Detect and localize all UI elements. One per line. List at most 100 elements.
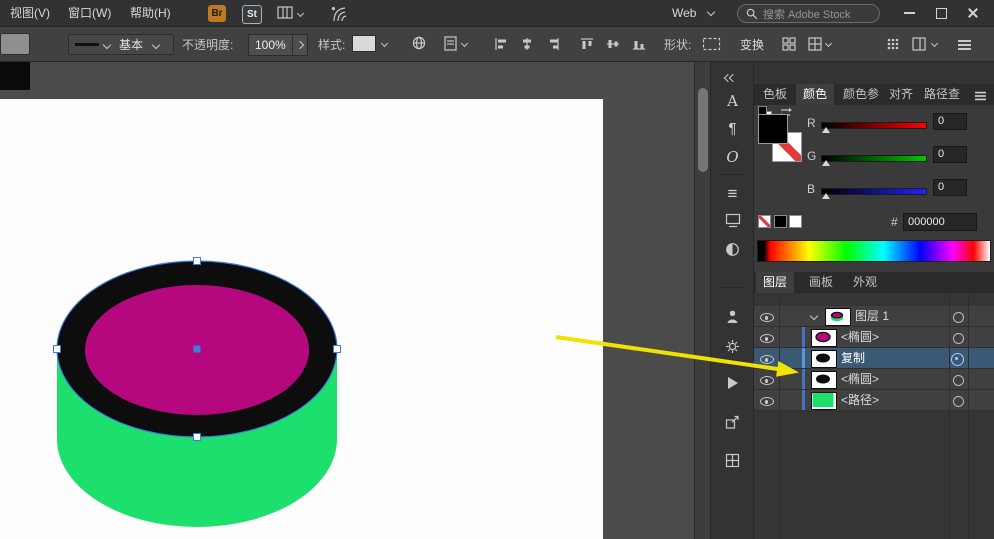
bridge-badge[interactable]: Br	[208, 5, 226, 22]
workspace-select[interactable]: Web	[672, 0, 714, 27]
tab-align[interactable]: 对齐	[882, 84, 920, 105]
visibility-eye-icon[interactable]	[760, 310, 774, 323]
workspace-switcher-icon[interactable]	[277, 6, 293, 20]
target-circle-icon[interactable]	[953, 312, 964, 323]
anchor-top[interactable]	[194, 258, 201, 265]
sublayer-row[interactable]: <椭圆>	[754, 327, 994, 348]
anchor-right[interactable]	[334, 346, 341, 353]
symbols-panel-icon[interactable]	[725, 309, 740, 324]
anchor-center[interactable]	[194, 346, 201, 353]
paragraph-panel-icon[interactable]: ¶	[711, 116, 754, 142]
menu-window[interactable]: 窗口(W)	[62, 0, 117, 27]
target-circle-icon[interactable]	[953, 375, 964, 386]
sublayer-row-selected[interactable]: 复制	[754, 348, 994, 369]
dock-arrangement-icon[interactable]	[912, 37, 926, 51]
visibility-eye-icon[interactable]	[760, 373, 774, 386]
stock-search-input[interactable]: 搜索 Adobe Stock	[737, 4, 880, 23]
tab-pathfinder[interactable]: 路径查	[917, 84, 967, 105]
actions-gear-icon[interactable]	[725, 339, 740, 354]
document-setup-chevron-icon[interactable]	[461, 40, 468, 47]
layer-name[interactable]: 复制	[841, 348, 865, 368]
sublayer-row[interactable]: <椭圆>	[754, 369, 994, 390]
shape-mode-icon[interactable]	[702, 37, 722, 52]
channel-r-value[interactable]: 0	[933, 113, 967, 130]
channel-g-value[interactable]: 0	[933, 146, 967, 163]
character-panel-icon[interactable]: A	[711, 88, 754, 114]
align-top-icon[interactable]	[580, 37, 594, 51]
more-options-chevron-icon[interactable]	[825, 40, 832, 47]
align-center-h-icon[interactable]	[520, 37, 534, 51]
panel-menu-icon[interactable]	[975, 90, 986, 102]
layer-thumbnail[interactable]	[811, 350, 837, 368]
align-bottom-icon[interactable]	[632, 37, 646, 51]
gradient-panel-icon[interactable]	[725, 242, 740, 257]
align-middle-v-icon[interactable]	[606, 37, 620, 51]
control-menu-icon[interactable]	[958, 38, 971, 52]
opacity-input[interactable]: 100%	[248, 34, 308, 56]
dock-arrangement-chevron-icon[interactable]	[931, 40, 938, 47]
color-spectrum[interactable]	[757, 240, 991, 262]
tab-artboards[interactable]: 画板	[802, 272, 840, 293]
play-actions-icon[interactable]	[728, 377, 738, 389]
tab-swatches[interactable]: 色板	[756, 84, 794, 105]
menu-view[interactable]: 视图(V)	[4, 0, 56, 27]
layer-name[interactable]: <椭圆>	[841, 369, 879, 389]
paragraph-styles-panel-icon[interactable]: ≡	[711, 181, 754, 207]
none-swatch[interactable]	[758, 215, 771, 228]
layer-thumbnail[interactable]	[811, 329, 837, 347]
visibility-eye-icon[interactable]	[760, 352, 774, 365]
anchor-left[interactable]	[54, 346, 61, 353]
tab-appearance[interactable]: 外观	[846, 272, 884, 293]
free-transform-panel-icon[interactable]	[725, 453, 740, 468]
channel-g-handle[interactable]	[822, 160, 830, 166]
workspace-grid-icon[interactable]	[886, 37, 900, 51]
menu-help[interactable]: 帮助(H)	[124, 0, 177, 27]
layer-row[interactable]: 图层 1	[754, 306, 994, 327]
opacity-expand-icon[interactable]	[296, 41, 304, 49]
channel-b-slider[interactable]	[821, 188, 927, 195]
transform-grid-icon[interactable]	[782, 37, 796, 51]
visibility-eye-icon[interactable]	[760, 394, 774, 407]
scrollbar-thumb[interactable]	[698, 88, 708, 172]
minimize-button[interactable]	[894, 0, 924, 26]
channel-r-slider[interactable]	[821, 122, 927, 129]
restore-button[interactable]	[926, 0, 956, 26]
tab-color-guide[interactable]: 颜色参	[836, 84, 886, 105]
workspace-switcher-chevron-icon[interactable]	[297, 10, 304, 17]
channel-g-slider[interactable]	[821, 155, 927, 162]
layer-name[interactable]: 图层 1	[855, 306, 889, 326]
vertical-scrollbar[interactable]	[694, 62, 710, 539]
hex-input[interactable]: 000000	[903, 213, 977, 231]
anchor-bottom[interactable]	[194, 434, 201, 441]
layer-name[interactable]: <路径>	[841, 390, 879, 410]
target-circle-icon[interactable]	[953, 396, 964, 407]
transform-label[interactable]: 变换	[740, 38, 764, 52]
tab-color[interactable]: 颜色	[796, 84, 834, 105]
globe-icon[interactable]	[412, 36, 427, 51]
opentype-panel-icon[interactable]: O	[711, 144, 754, 170]
close-button[interactable]	[956, 0, 990, 26]
fill-proxy[interactable]	[758, 114, 788, 144]
target-circle-selected-icon[interactable]	[951, 353, 964, 366]
export-panel-icon[interactable]	[725, 415, 740, 430]
channel-r-handle[interactable]	[822, 127, 830, 133]
channel-b-handle[interactable]	[822, 193, 830, 199]
layer-thumbnail[interactable]	[811, 371, 837, 389]
align-right-icon[interactable]	[546, 37, 560, 51]
black-swatch[interactable]	[774, 215, 787, 228]
tab-layers[interactable]: 图层	[756, 272, 794, 293]
document-setup-icon[interactable]	[444, 36, 457, 51]
expand-panels-icon[interactable]	[725, 70, 736, 84]
sublayer-row[interactable]: <路径>	[754, 390, 994, 411]
stock-badge[interactable]: St	[242, 5, 262, 24]
expand-chevron-icon[interactable]	[810, 312, 818, 320]
visibility-eye-icon[interactable]	[760, 331, 774, 344]
layer-name[interactable]: <椭圆>	[841, 327, 879, 347]
style-chevron-icon[interactable]	[381, 40, 388, 47]
style-swatch[interactable]	[352, 35, 376, 52]
artboard-panel-icon[interactable]	[725, 213, 741, 228]
more-options-icon[interactable]	[808, 37, 822, 51]
touch-gesture-icon[interactable]	[330, 5, 349, 22]
channel-b-value[interactable]: 0	[933, 179, 967, 196]
layer-thumbnail[interactable]	[825, 308, 851, 326]
